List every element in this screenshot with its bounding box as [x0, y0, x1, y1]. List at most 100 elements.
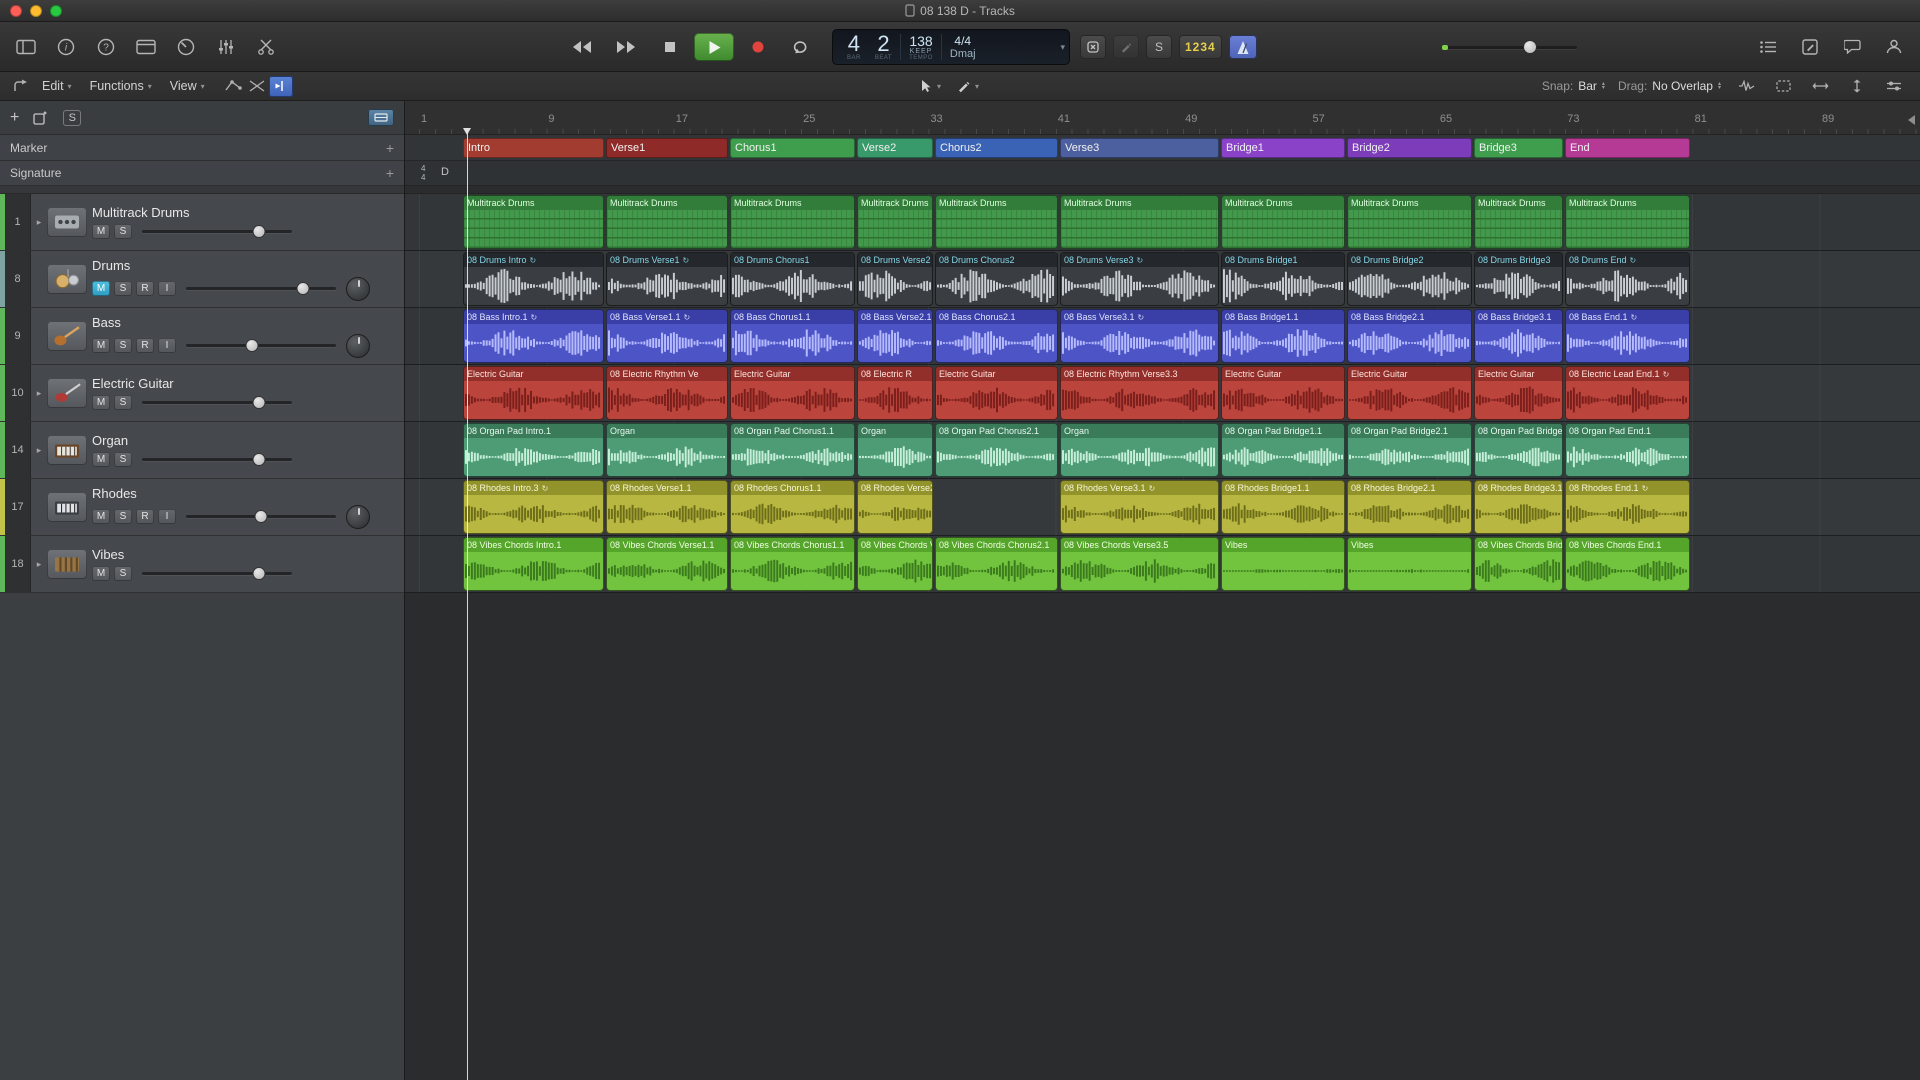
automation-icon[interactable] [221, 76, 245, 97]
track-s-button[interactable]: S [114, 395, 132, 410]
region-electric-guitar[interactable]: Electric Guitar [1221, 366, 1345, 420]
arrangement-marker-intro[interactable]: Intro [463, 138, 604, 158]
snap-menu[interactable]: Snap: Bar ▴▾ [1542, 79, 1605, 93]
track-header-drums[interactable]: 8DrumsMSRI [0, 251, 404, 308]
play-button[interactable] [694, 33, 734, 61]
track-header-bass[interactable]: 9BassMSRI [0, 308, 404, 365]
region-08-bass-chorus1-1[interactable]: 08 Bass Chorus1.1 [730, 309, 855, 363]
scroll-left-icon[interactable] [1908, 115, 1915, 125]
region-08-vibes-chords-end-1[interactable]: 08 Vibes Chords End.1 [1565, 537, 1690, 591]
playhead[interactable] [467, 128, 468, 1080]
disclosure-triangle-icon[interactable]: ▸ [31, 422, 47, 478]
toolbar-icon[interactable] [130, 32, 162, 62]
track-i-button[interactable]: I [158, 281, 176, 296]
pan-knob[interactable] [346, 277, 370, 301]
region-08-drums-bridge1[interactable]: 08 Drums Bridge1 [1221, 252, 1345, 306]
region-08-electric-rhythm-verse3-3[interactable]: 08 Electric Rhythm Verse3.3 [1060, 366, 1219, 420]
region-multitrack-drums[interactable]: Multitrack Drums [1565, 195, 1690, 249]
track-m-button[interactable]: M [92, 509, 110, 524]
region-multitrack-drums[interactable]: Multitrack Drums [730, 195, 855, 249]
add-signature-icon[interactable]: + [386, 165, 394, 181]
track-s-button[interactable]: S [114, 509, 132, 524]
arrangement-marker-chorus2[interactable]: Chorus2 [935, 138, 1058, 158]
track-header-organ[interactable]: 14▸OrganMS [0, 422, 404, 479]
duplicate-track-button[interactable] [33, 111, 49, 125]
region-08-rhodes-verse1-1[interactable]: 08 Rhodes Verse1.1 [606, 480, 728, 534]
collaboration-icon[interactable] [1878, 32, 1910, 62]
library-icon[interactable] [10, 32, 42, 62]
volume-slider[interactable] [142, 452, 292, 467]
catch-corner-icon[interactable] [8, 76, 32, 97]
track-s-button[interactable]: S [114, 281, 132, 296]
menu-view[interactable]: View▾ [170, 79, 205, 93]
region-08-organ-pad-chorus2-1[interactable]: 08 Organ Pad Chorus2.1 [935, 423, 1058, 477]
pointer-tool-menu[interactable]: ▾ [920, 79, 941, 93]
zoom-waveform-icon[interactable] [1734, 76, 1758, 97]
region-08-vibes-chords-verse1-1[interactable]: 08 Vibes Chords Verse1.1 [606, 537, 728, 591]
region-08-drums-intro[interactable]: 08 Drums Intro↻ [463, 252, 604, 306]
region-08-bass-verse2-1[interactable]: 08 Bass Verse2.1 [857, 309, 933, 363]
menu-functions[interactable]: Functions▾ [90, 79, 152, 93]
region-08-rhodes-chorus1-1[interactable]: 08 Rhodes Chorus1.1 [730, 480, 855, 534]
track-header-vibes[interactable]: 18▸VibesMS [0, 536, 404, 593]
volume-knob[interactable] [246, 339, 259, 352]
region-multitrack-drums[interactable]: Multitrack Drums [463, 195, 604, 249]
region-08-vibes-chords-verse2-1[interactable]: 08 Vibes Chords Verse2.1 [857, 537, 933, 591]
close-button[interactable] [10, 5, 22, 17]
region-08-drums-bridge3[interactable]: 08 Drums Bridge3 [1474, 252, 1563, 306]
region-multitrack-drums[interactable]: Multitrack Drums [1474, 195, 1563, 249]
region-08-rhodes-verse3-1[interactable]: 08 Rhodes Verse3.1↻ [1060, 480, 1219, 534]
track-m-button[interactable]: M [92, 338, 110, 353]
track-solo-button[interactable]: S [63, 110, 81, 126]
region-08-bass-bridge2-1[interactable]: 08 Bass Bridge2.1 [1347, 309, 1472, 363]
region-08-bass-bridge3-1[interactable]: 08 Bass Bridge3.1 [1474, 309, 1563, 363]
region-08-vibes-chords-verse3-5[interactable]: 08 Vibes Chords Verse3.5 [1060, 537, 1219, 591]
region-08-rhodes-bridge2-1[interactable]: 08 Rhodes Bridge2.1 [1347, 480, 1472, 534]
region-08-bass-verse3-1[interactable]: 08 Bass Verse3.1↻ [1060, 309, 1219, 363]
disclosure-triangle-icon[interactable]: ▸ [31, 536, 47, 592]
region-08-drums-chorus1[interactable]: 08 Drums Chorus1 [730, 252, 855, 306]
zoom-sliders-icon[interactable] [1882, 76, 1906, 97]
replace-icon[interactable] [1080, 35, 1106, 59]
zoom-button[interactable] [50, 5, 62, 17]
pan-knob[interactable] [346, 505, 370, 529]
menu-edit[interactable]: Edit▾ [42, 79, 72, 93]
track-m-button[interactable]: M [92, 452, 110, 467]
master-solo-button[interactable]: S [1146, 35, 1172, 59]
region-08-organ-pad-bridge2-1[interactable]: 08 Organ Pad Bridge2.1 [1347, 423, 1472, 477]
drag-menu[interactable]: Drag: No Overlap ▴▾ [1618, 79, 1721, 93]
track-m-button[interactable]: M [92, 281, 110, 296]
signature-global-row[interactable]: Signature + [0, 161, 404, 186]
cycle-button[interactable] [782, 33, 822, 61]
lcd-chevron-icon[interactable]: ▾ [1060, 42, 1065, 53]
region-08-rhodes-bridge3-1[interactable]: 08 Rhodes Bridge3.1 [1474, 480, 1563, 534]
region-organ[interactable]: Organ [1060, 423, 1219, 477]
volume-slider[interactable] [142, 566, 292, 581]
volume-knob[interactable] [253, 225, 266, 238]
track-s-button[interactable]: S [114, 224, 132, 239]
region-08-vibes-chords-bridge3-1[interactable]: 08 Vibes Chords Bridge3.1 [1474, 537, 1563, 591]
marker-global-row[interactable]: Marker + [0, 135, 404, 161]
add-marker-icon[interactable]: + [386, 140, 394, 156]
track-m-button[interactable]: M [92, 224, 110, 239]
arrangement-marker-verse2[interactable]: Verse2 [857, 138, 933, 158]
smart-controls-icon[interactable] [170, 32, 202, 62]
volume-knob[interactable] [253, 396, 266, 409]
catch-playhead-button[interactable] [269, 76, 293, 97]
track-i-button[interactable]: I [158, 338, 176, 353]
track-r-button[interactable]: R [136, 281, 154, 296]
lcd-display[interactable]: 4 BAR 2 BEAT 138 KEEP TEMPO 4/4 [832, 29, 1070, 65]
pencil-icon[interactable] [1113, 35, 1139, 59]
region-08-drums-chorus2[interactable]: 08 Drums Chorus2 [935, 252, 1058, 306]
region-08-drums-end[interactable]: 08 Drums End↻ [1565, 252, 1690, 306]
chat-icon[interactable] [1836, 32, 1868, 62]
crossfade-icon[interactable] [245, 76, 269, 97]
region-08-electric-lead-end-1[interactable]: 08 Electric Lead End.1↻ [1565, 366, 1690, 420]
region-electric-guitar[interactable]: Electric Guitar [935, 366, 1058, 420]
mixer-icon[interactable] [210, 32, 242, 62]
region-08-bass-end-1[interactable]: 08 Bass End.1↻ [1565, 309, 1690, 363]
arrangement-marker-chorus1[interactable]: Chorus1 [730, 138, 855, 158]
bar-ruler[interactable]: 1917253341495765738189 [405, 101, 1920, 135]
track-s-button[interactable]: S [114, 452, 132, 467]
record-button[interactable] [738, 33, 778, 61]
